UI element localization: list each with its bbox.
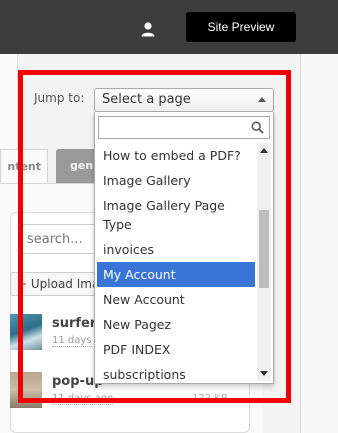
- site-preview-button[interactable]: Site Preview: [186, 12, 296, 42]
- highlight-annotation: [18, 70, 291, 403]
- right-panel: [300, 54, 338, 433]
- user-icon[interactable]: [140, 21, 156, 37]
